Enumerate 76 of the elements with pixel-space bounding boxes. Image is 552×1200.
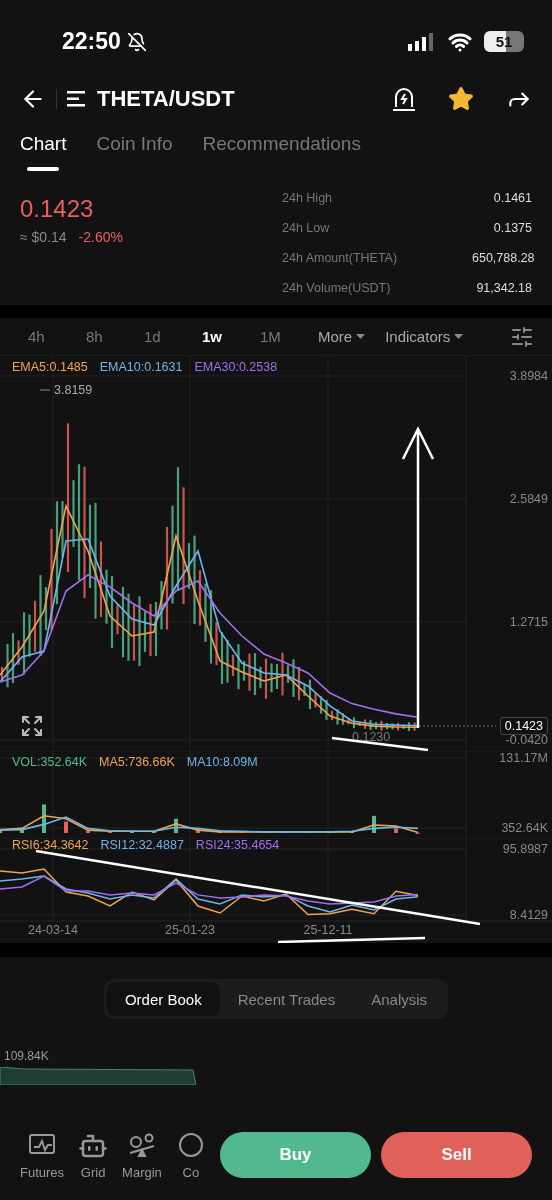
nav-item[interactable]: Futures xyxy=(20,1130,65,1180)
volume-bar xyxy=(394,828,398,834)
axis-label: 352.64K xyxy=(501,821,548,836)
settings-icon[interactable] xyxy=(510,324,534,349)
legend-label: VOL:352.64K xyxy=(12,755,88,770)
fiat-price: ≈ $0.14 xyxy=(20,229,67,246)
volume-bar xyxy=(64,821,68,834)
tab[interactable]: Analysis xyxy=(353,982,446,1017)
timeframe-tab[interactable]: 1w xyxy=(202,328,260,346)
axis-label: 8.4129 xyxy=(509,908,548,923)
legend-label: MA5:736.66K xyxy=(99,755,175,770)
depth-label: 109.84K xyxy=(4,1048,50,1063)
menu-icon[interactable] xyxy=(67,90,87,107)
price-tag: 0.1423 xyxy=(499,717,548,736)
nav-item[interactable]: Co xyxy=(175,1130,206,1180)
price-change: -2.60% xyxy=(78,229,123,246)
nav-item[interactable]: Margin xyxy=(122,1130,162,1180)
volume-bar xyxy=(130,831,134,834)
volume-bar xyxy=(20,828,24,834)
axis-label: 1.2715 xyxy=(509,615,548,630)
sell-button[interactable]: Sell xyxy=(381,1132,532,1179)
star-icon[interactable] xyxy=(448,85,474,112)
axis-label: 131.17M xyxy=(499,751,548,766)
volume-bar xyxy=(108,831,112,834)
stat-value: 91,342.18 xyxy=(475,280,532,297)
low-label: 0.1230 xyxy=(352,730,391,745)
stat-label: 24h High xyxy=(282,191,334,208)
volume-bar xyxy=(152,831,156,834)
bell-off-icon xyxy=(126,31,147,52)
tab[interactable]: Recommendations xyxy=(202,129,361,172)
legend-label: MA10:8.09M xyxy=(186,755,258,770)
alarm-icon[interactable] xyxy=(392,85,416,112)
stat-label: 24h Amount(THETA) xyxy=(282,250,399,267)
legend-label: EMA5:0.1485 xyxy=(12,360,88,375)
timeframe-tab[interactable]: 1d xyxy=(144,328,202,346)
axis-label: 2.5849 xyxy=(509,492,548,507)
legend-label: EMA10:0.1631 xyxy=(99,360,183,375)
tab[interactable]: Order Book xyxy=(106,982,220,1017)
axis-label: -0.0420 xyxy=(505,733,548,748)
clock: 22:50 xyxy=(62,28,121,56)
battery-icon: 51 xyxy=(484,31,524,53)
stat-label: 24h Low xyxy=(282,221,331,237)
volume-bar xyxy=(86,830,90,834)
signal-icon xyxy=(408,32,434,51)
axis-label: 3.8984 xyxy=(509,369,548,384)
caret-icon xyxy=(454,333,464,340)
date-label: 25-01-23 xyxy=(165,923,215,938)
date-label: 24-03-14 xyxy=(28,923,78,938)
stat-value: 650,788.28 xyxy=(472,250,532,267)
nav-item[interactable]: Grid xyxy=(78,1130,109,1180)
timeframe-tab[interactable]: 8h xyxy=(86,328,144,346)
legend-label: RSI6:34.3642 xyxy=(12,838,89,853)
axis-label: 95.8987 xyxy=(502,842,548,857)
stat-label: 24h Volume(USDT) xyxy=(282,280,392,297)
volume-bar xyxy=(372,816,376,834)
legend-label: RSI24:35.4654 xyxy=(195,838,280,853)
timeframe-tab[interactable]: 1M xyxy=(260,328,318,346)
last-price: 0.1423 xyxy=(20,195,95,224)
expand-icon[interactable] xyxy=(20,714,44,739)
date-label: 25-12-11 xyxy=(303,923,353,938)
tab[interactable]: Chart xyxy=(20,129,67,172)
volume-bar xyxy=(196,828,200,834)
dropdown-menu[interactable]: More xyxy=(318,328,366,346)
tab[interactable]: Recent Trades xyxy=(219,982,354,1017)
legend-label: EMA30:0.2538 xyxy=(194,360,278,375)
caret-icon xyxy=(356,333,366,340)
tab[interactable]: Coin Info xyxy=(96,129,173,172)
peak-label: 3.8159 xyxy=(39,383,93,398)
volume-bar xyxy=(42,804,46,834)
stat-value: 0.1461 xyxy=(492,191,532,208)
pair-title: THETA/USDT xyxy=(97,85,235,112)
timeframe-tab[interactable]: 4h xyxy=(28,328,86,346)
legend-label: RSI12:32.4887 xyxy=(100,838,184,853)
dropdown-menu[interactable]: Indicators xyxy=(385,328,464,346)
volume-bar xyxy=(174,818,178,834)
stat-value: 0.1375 xyxy=(492,221,532,237)
